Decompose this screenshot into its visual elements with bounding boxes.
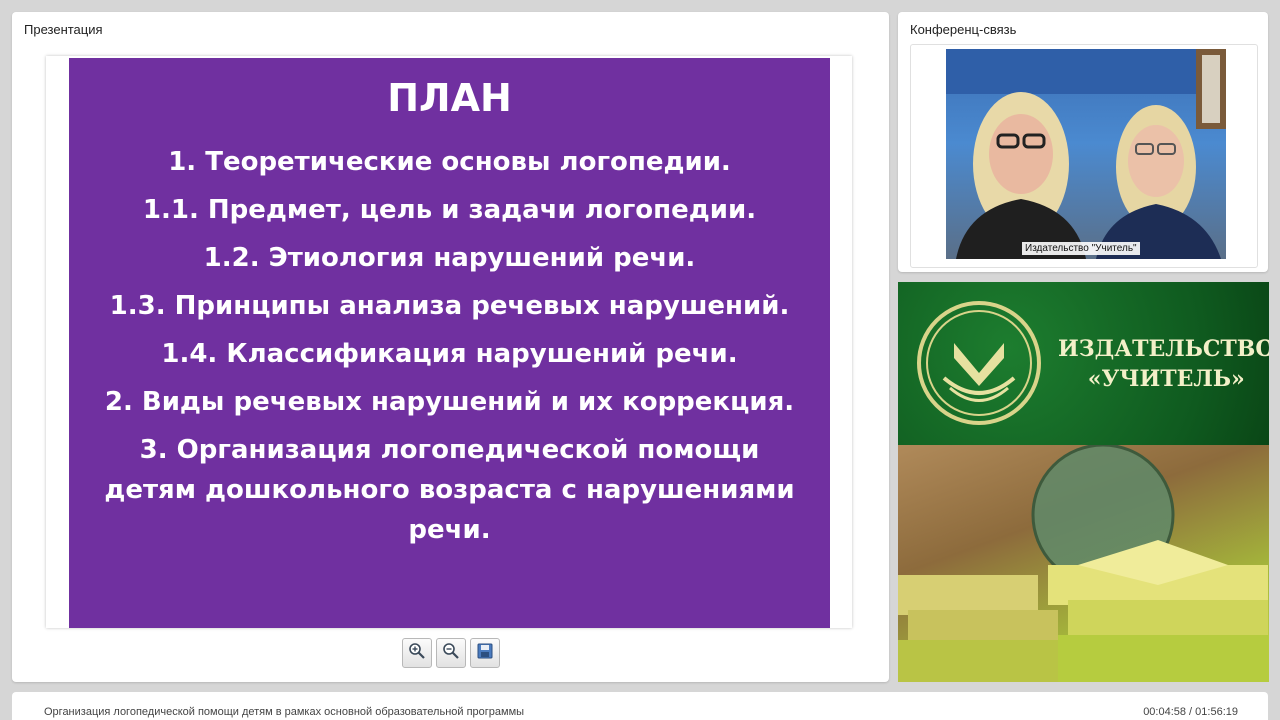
slide-line: 1.3. Принципы анализа речевых нарушений. <box>109 291 790 321</box>
lecture-title: Организация логопедической помощи детям … <box>44 706 525 718</box>
slide-heading: ПЛАН <box>387 76 512 120</box>
slide-line: 3. Организация логопедической помощи дет… <box>104 435 795 545</box>
video-stream[interactable]: Издательство "Учитель" <box>946 49 1226 259</box>
slide-viewport: ПЛАН 1. Теоретические основы логопедии. … <box>46 56 852 628</box>
publisher-banner: ИЗДАТЕЛЬСТВО «УЧИТЕЛЬ» <box>898 282 1269 682</box>
zoom-out-icon <box>442 642 460 665</box>
save-button[interactable] <box>470 638 500 668</box>
banner-books-image <box>898 443 1269 682</box>
books-globe-illustration <box>898 443 1269 682</box>
presentation-panel-title: Презентация <box>24 22 103 37</box>
save-icon <box>476 642 494 665</box>
slide-toolbar <box>402 638 500 668</box>
zoom-in-button[interactable] <box>402 638 432 668</box>
conference-panel-title: Конференц-связь <box>910 22 1017 37</box>
publisher-name-line1: ИЗДАТЕЛЬСТВО <box>1058 336 1269 362</box>
slide-line: 2. Виды речевых нарушений и их коррекция… <box>104 387 795 417</box>
conference-panel: Конференц-связь Издательство "Учитель" <box>898 12 1268 272</box>
publisher-name: ИЗДАТЕЛЬСТВО «УЧИТЕЛЬ» <box>1058 334 1269 394</box>
slide-line: 1.1. Предмет, цель и задачи логопедии. <box>142 195 757 225</box>
lecture-info-bar: Организация логопедической помощи детям … <box>12 692 1268 720</box>
video-people-illustration <box>946 49 1226 259</box>
zoom-in-icon <box>408 642 426 665</box>
slide-line: 1.2. Этиология нарушений речи. <box>203 243 696 273</box>
publisher-name-line2: «УЧИТЕЛЬ» <box>1087 366 1245 392</box>
slide-line: 1. Теоретические основы логопедии. <box>168 147 731 177</box>
video-frame: Издательство "Учитель" <box>910 44 1258 268</box>
playback-time: 00:04:58 / 01:56:19 <box>1143 706 1238 718</box>
video-caption: Издательство "Учитель" <box>1022 242 1140 255</box>
presentation-panel: Презентация ПЛАН 1. Теоретические основы… <box>12 12 889 682</box>
slide-line: 1.4. Классификация нарушений речи. <box>161 339 738 369</box>
publisher-logo-icon <box>917 301 1041 425</box>
slide: ПЛАН 1. Теоретические основы логопедии. … <box>69 58 830 628</box>
banner-logo-area: ИЗДАТЕЛЬСТВО «УЧИТЕЛЬ» <box>898 282 1269 445</box>
slide-content: 1. Теоретические основы логопедии. 1.1. … <box>69 142 830 550</box>
zoom-out-button[interactable] <box>436 638 466 668</box>
